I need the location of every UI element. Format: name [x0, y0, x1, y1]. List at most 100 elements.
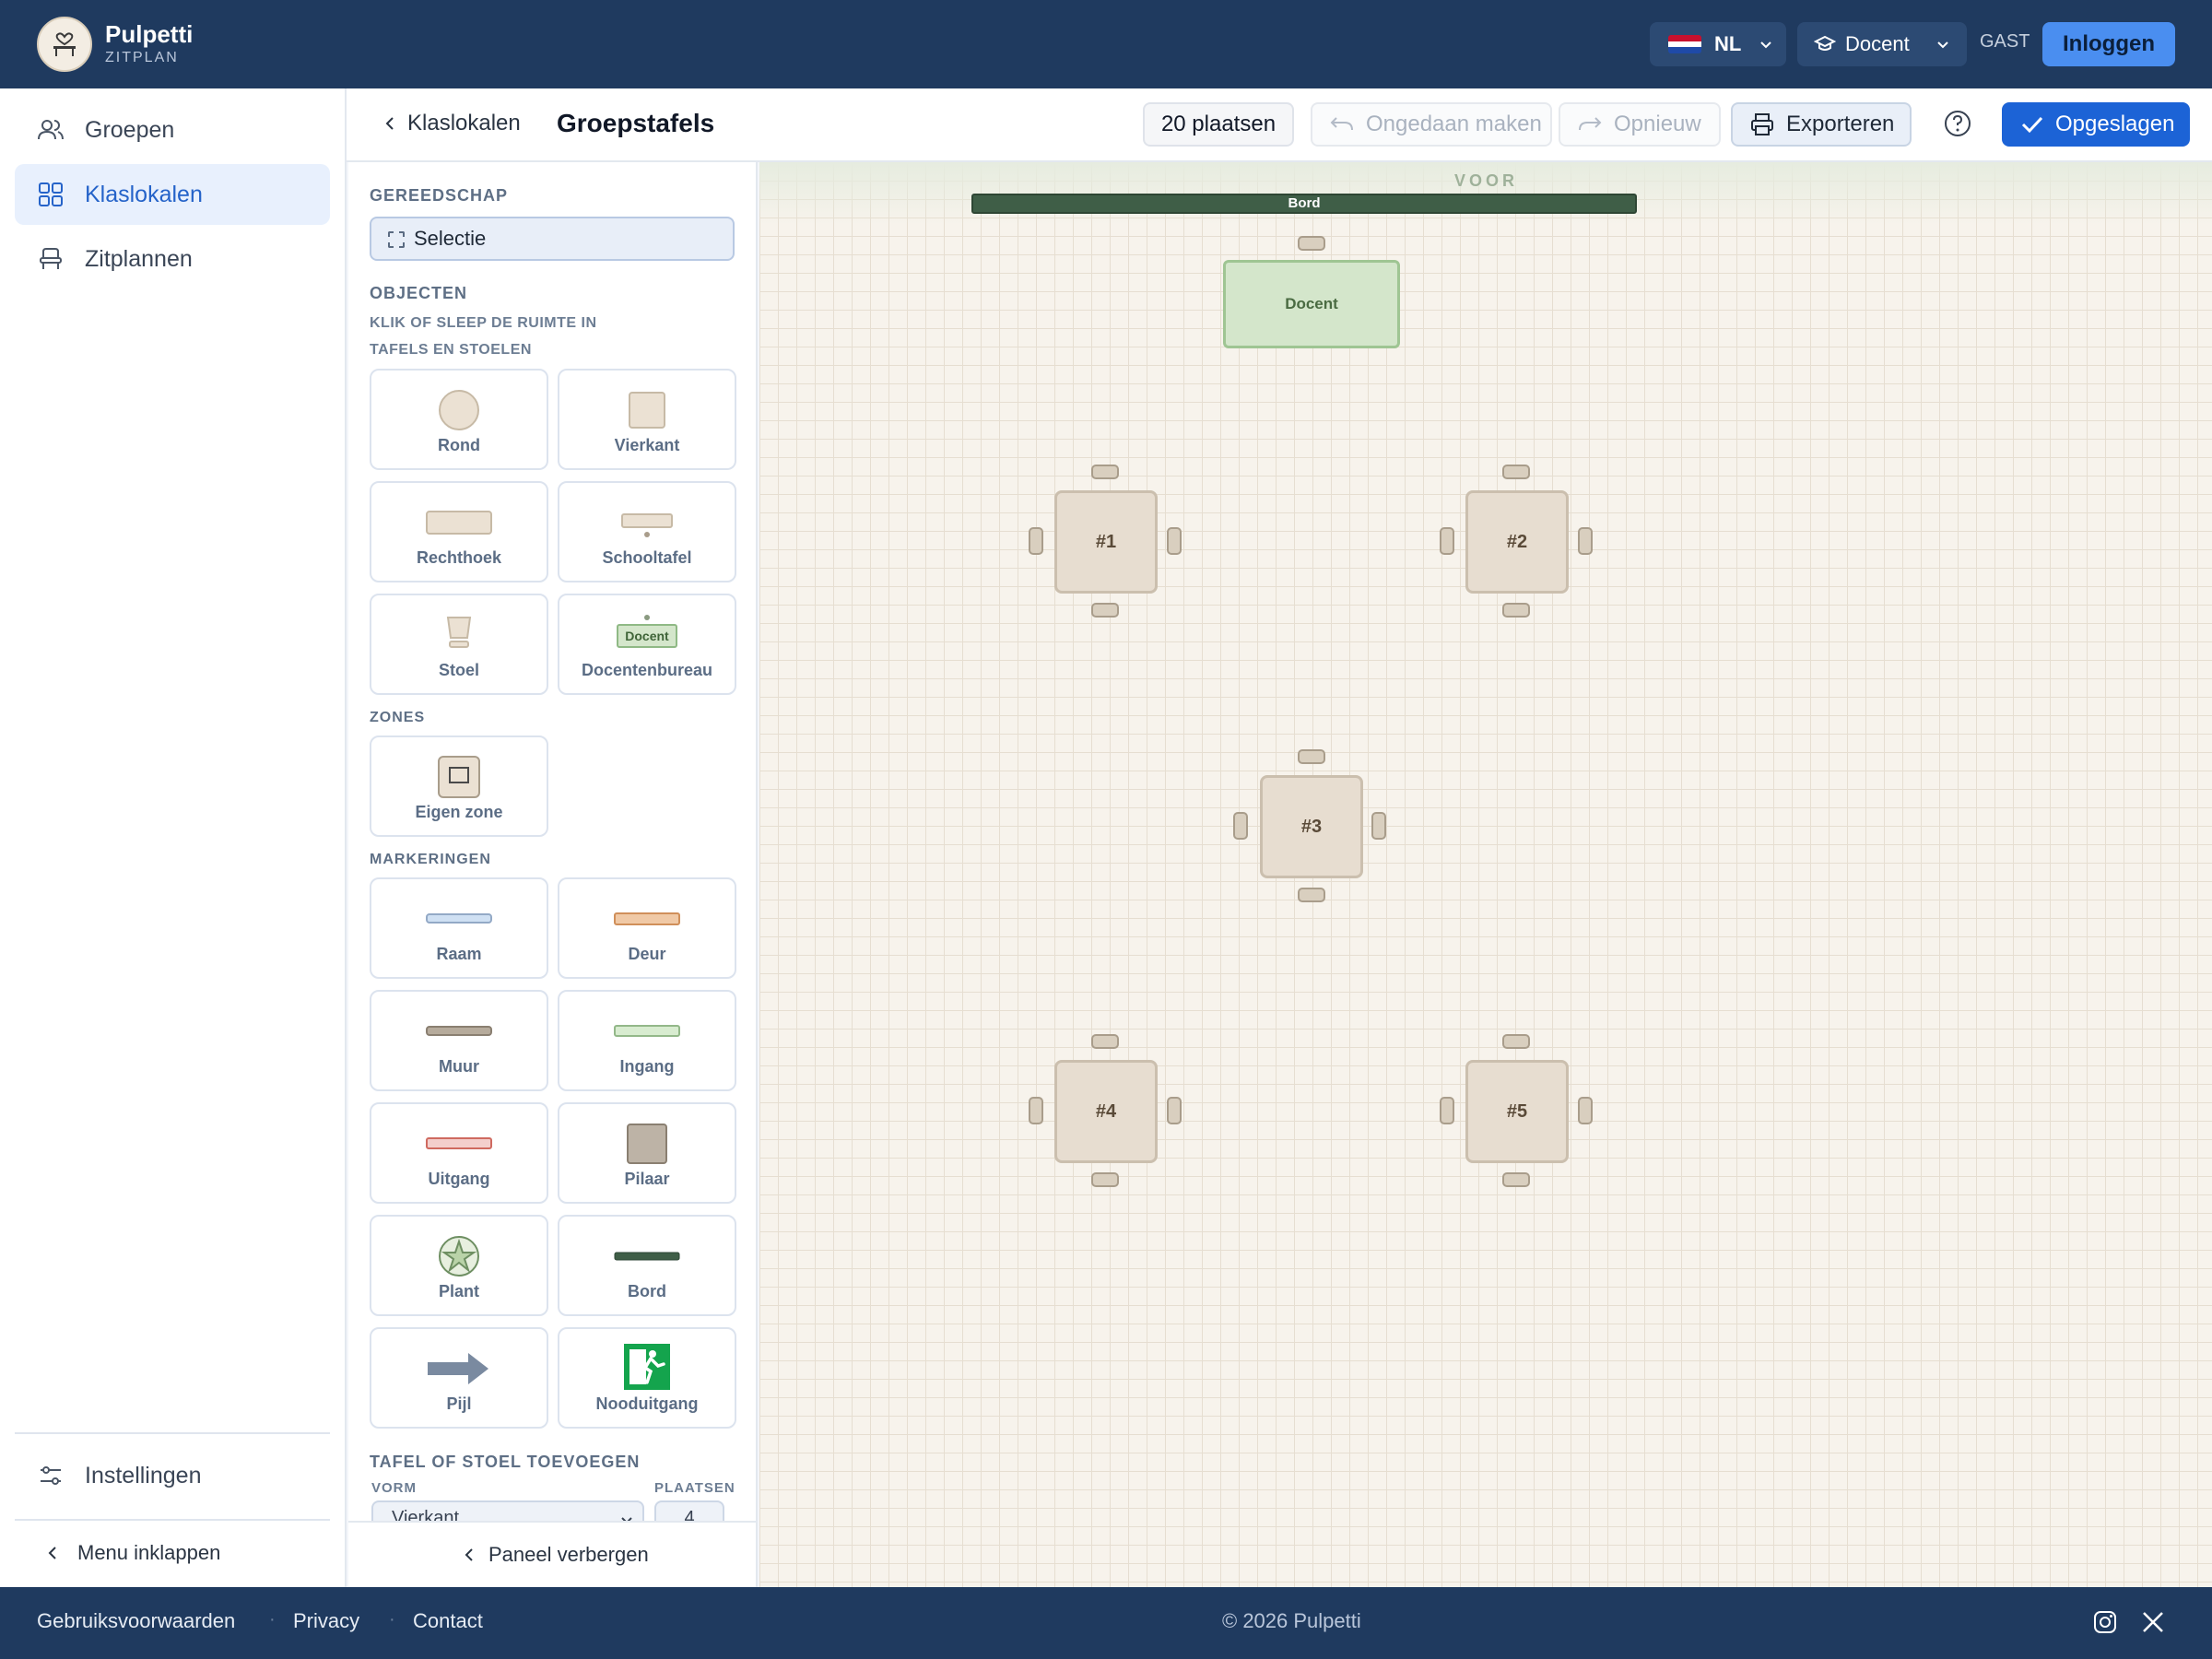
chair[interactable] [1233, 812, 1248, 840]
table[interactable]: #1 [1054, 490, 1158, 594]
chair[interactable] [1091, 1034, 1119, 1049]
plant-icon [439, 1236, 479, 1277]
chair[interactable] [1502, 465, 1530, 479]
exit-icon [426, 1137, 492, 1149]
tile-label: Plant [438, 1282, 479, 1300]
tile-stoel[interactable]: Stoel [370, 594, 548, 695]
x-twitter-icon[interactable] [2140, 1609, 2166, 1635]
tile-bord[interactable]: Bord [558, 1215, 736, 1316]
chair[interactable] [1167, 527, 1182, 555]
sidebar-item-instellingen[interactable]: Instellingen [15, 1445, 330, 1506]
chair[interactable] [1091, 465, 1119, 479]
role-selector[interactable]: Docent [1797, 22, 1967, 66]
chair[interactable] [1502, 1172, 1530, 1187]
chair[interactable] [1298, 888, 1325, 902]
login-button[interactable]: Inloggen [2042, 22, 2175, 66]
contact-link[interactable]: Contact [413, 1609, 483, 1633]
tile-docentenbureau[interactable]: Docent Docentenbureau [558, 594, 736, 695]
tile-label: Vierkant [614, 436, 680, 454]
redo-label: Opnieuw [1614, 112, 1701, 136]
chair[interactable] [1440, 527, 1454, 555]
tile-schooltafel[interactable]: Schooltafel [558, 481, 736, 582]
chair[interactable] [1502, 1034, 1530, 1049]
tile-eigen-zone[interactable]: Eigen zone [370, 735, 548, 837]
chair[interactable] [1371, 812, 1386, 840]
zone-icon [438, 756, 480, 798]
sidebar-item-klaslokalen[interactable]: Klaslokalen [15, 164, 330, 225]
undo-button[interactable]: Ongedaan maken [1311, 102, 1552, 147]
sidebar-item-groepen[interactable]: Groepen [15, 100, 330, 160]
room-canvas[interactable]: VOOR Bord Docent #1 #2 #3 #4 #5 [759, 162, 2212, 1587]
back-label: Klaslokalen [407, 111, 521, 135]
sidebar-item-zitplannen[interactable]: Zitplannen [15, 229, 330, 289]
chair[interactable] [1440, 1097, 1454, 1124]
tile-deur[interactable]: Deur [558, 877, 736, 979]
tile-raam[interactable]: Raam [370, 877, 548, 979]
tile-pilaar[interactable]: Pilaar [558, 1102, 736, 1204]
tile-uitgang[interactable]: Uitgang [370, 1102, 548, 1204]
board-icon [614, 1252, 680, 1261]
board[interactable]: Bord [971, 194, 1637, 214]
table[interactable]: #2 [1465, 490, 1569, 594]
chevron-down-icon [621, 1517, 632, 1521]
tile-pijl[interactable]: Pijl [370, 1327, 548, 1429]
markings-heading: MARKERINGEN [370, 852, 491, 867]
language-label: NL [1714, 32, 1742, 55]
undo-icon [1330, 117, 1353, 131]
language-selector[interactable]: NL [1650, 22, 1786, 66]
chair[interactable] [1091, 603, 1119, 618]
tile-vierkant[interactable]: Vierkant [558, 369, 736, 470]
tile-label: Muur [439, 1057, 479, 1076]
tile-ingang[interactable]: Ingang [558, 990, 736, 1091]
seats-input[interactable]: 4 [654, 1500, 724, 1521]
help-icon[interactable] [1943, 109, 1972, 138]
selection-tool[interactable]: Selectie [370, 217, 735, 261]
tile-nooduitgang[interactable]: Nooduitgang [558, 1327, 736, 1429]
saved-button[interactable]: Opgeslagen [2002, 102, 2190, 147]
instagram-icon[interactable] [2092, 1609, 2118, 1635]
chair[interactable] [1167, 1097, 1182, 1124]
chair[interactable] [1091, 1172, 1119, 1187]
collapse-menu-button[interactable]: Menu inklappen [46, 1541, 220, 1565]
table[interactable]: #4 [1054, 1060, 1158, 1163]
back-to-classrooms-link[interactable]: Klaslokalen [383, 111, 521, 136]
guest-label: GAST [1980, 31, 2030, 52]
saved-label: Opgeslagen [2055, 112, 2175, 136]
shape-select-clip: Vierkant [371, 1500, 644, 1521]
terms-link[interactable]: Gebruiksvoorwaarden [37, 1609, 235, 1633]
tile-rechthoek[interactable]: Rechthoek [370, 481, 548, 582]
chair[interactable] [1029, 1097, 1043, 1124]
tile-rond[interactable]: Rond [370, 369, 548, 470]
teacher-desk[interactable]: Docent [1223, 260, 1400, 348]
chevron-down-icon [1760, 41, 1771, 49]
object-palette: GEREEDSCHAP Selectie OBJECTEN KLIK OF SL… [348, 162, 758, 1521]
hide-panel-button[interactable]: Paneel verbergen [463, 1543, 649, 1567]
export-button[interactable]: Exporteren [1731, 102, 1912, 147]
window-icon [426, 913, 492, 924]
separator-dot: · [389, 1609, 395, 1630]
page-title[interactable]: Groepstafels [557, 109, 714, 138]
shape-label: VORM [371, 1480, 417, 1496]
chair[interactable] [1502, 603, 1530, 618]
footer: Gebruiksvoorwaarden · Privacy · Contact … [0, 1587, 2212, 1659]
chair[interactable] [1578, 527, 1593, 555]
nl-flag-icon [1668, 35, 1701, 53]
chair[interactable] [1578, 1097, 1593, 1124]
chair[interactable] [1298, 749, 1325, 764]
privacy-link[interactable]: Privacy [293, 1609, 359, 1633]
teacher-chair[interactable] [1298, 236, 1325, 251]
table[interactable]: #5 [1465, 1060, 1569, 1163]
pillar-icon [627, 1124, 667, 1164]
tile-muur[interactable]: Muur [370, 990, 548, 1091]
tile-plant[interactable]: Plant [370, 1215, 548, 1316]
tables-heading: TAFELS EN STOELEN [370, 342, 532, 358]
redo-button[interactable]: Opnieuw [1559, 102, 1721, 147]
chair[interactable] [1029, 527, 1043, 555]
table[interactable]: #3 [1260, 775, 1363, 878]
school-desk-icon [621, 513, 673, 537]
collapse-menu-label: Menu inklappen [77, 1541, 221, 1564]
users-icon [38, 120, 64, 140]
chevron-left-icon [385, 117, 394, 130]
seat-icon [40, 248, 62, 269]
shape-select[interactable]: Vierkant [371, 1500, 644, 1521]
